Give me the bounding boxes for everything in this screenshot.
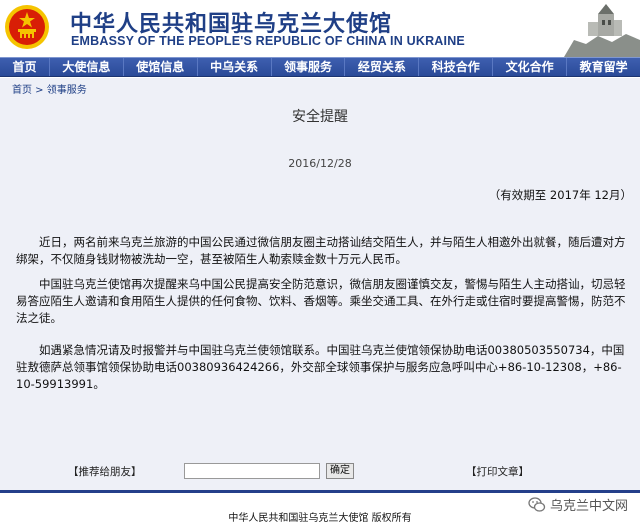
site-header: 中华人民共和国驻乌克兰大使馆 EMBASSY OF THE PEOPLE'S R…: [0, 0, 640, 57]
breadcrumb-current-link[interactable]: 领事服务: [47, 85, 87, 96]
nav-item-culture[interactable]: 文化合作: [493, 58, 568, 76]
print-article-link[interactable]: 【打印文章】: [466, 464, 529, 479]
breadcrumb-home-link[interactable]: 首页: [12, 85, 32, 96]
article-actions: 【推荐给朋友】 确定 【打印文章】: [0, 461, 640, 481]
article-container: 首页 > 领事服务 安全提醒 2016/12/28 （有效期至 2017年 12…: [0, 78, 640, 490]
nav-item-china-ukraine[interactable]: 中乌关系: [198, 58, 272, 76]
nav-item-science-tech[interactable]: 科技合作: [419, 58, 494, 76]
confirm-button[interactable]: 确定: [326, 463, 354, 479]
national-emblem-icon: [5, 5, 49, 49]
wechat-icon: [528, 496, 546, 512]
nav-item-home[interactable]: 首页: [0, 58, 50, 76]
share-to-friend-link[interactable]: 【推荐给朋友】: [68, 464, 142, 479]
castle-icon: [564, 0, 640, 57]
site-footer: 中华人民共和国驻乌克兰大使馆 版权所有 乌克兰中文网: [0, 493, 640, 532]
validity-text: （有效期至 2017年 12月）: [488, 188, 632, 202]
main-nav: 首页 大使信息 使馆信息 中乌关系 领事服务 经贸关系 科技合作 文化合作 教育…: [0, 57, 640, 77]
nav-item-embassy-info[interactable]: 使馆信息: [124, 58, 198, 76]
watermark-text: 乌克兰中文网: [549, 499, 628, 514]
article-validity: （有效期至 2017年 12月）: [16, 186, 632, 205]
nav-item-education[interactable]: 教育留学: [567, 58, 640, 76]
article-paragraph: 中国驻乌克兰使馆再次提醒来乌中国公民提高安全防范意识，微信朋友圈谨慎交友，警惕与…: [16, 277, 626, 325]
nav-item-ambassador[interactable]: 大使信息: [50, 58, 124, 76]
site-title-english: EMBASSY OF THE PEOPLE'S REPUBLIC OF CHIN…: [71, 34, 465, 48]
breadcrumb-separator: >: [32, 85, 47, 96]
article-title: 安全提醒: [292, 109, 348, 125]
nav-item-consular[interactable]: 领事服务: [272, 58, 346, 76]
article-paragraph: 如遇紧急情况请及时报警并与中国驻乌克兰使领馆联系。中国驻乌克兰使馆领保协助电话0…: [16, 343, 625, 391]
article-date: 2016/12/28: [288, 157, 352, 170]
nav-item-economy-trade[interactable]: 经贸关系: [345, 58, 420, 76]
share-email-input[interactable]: [184, 463, 320, 479]
article-paragraph: 近日，两名前来乌克兰旅游的中国公民通过微信朋友圈主动搭讪结交陌生人，并与陌生人相…: [16, 235, 626, 266]
breadcrumb: 首页 > 领事服务: [12, 81, 87, 96]
watermark: 乌克兰中文网: [528, 495, 628, 514]
